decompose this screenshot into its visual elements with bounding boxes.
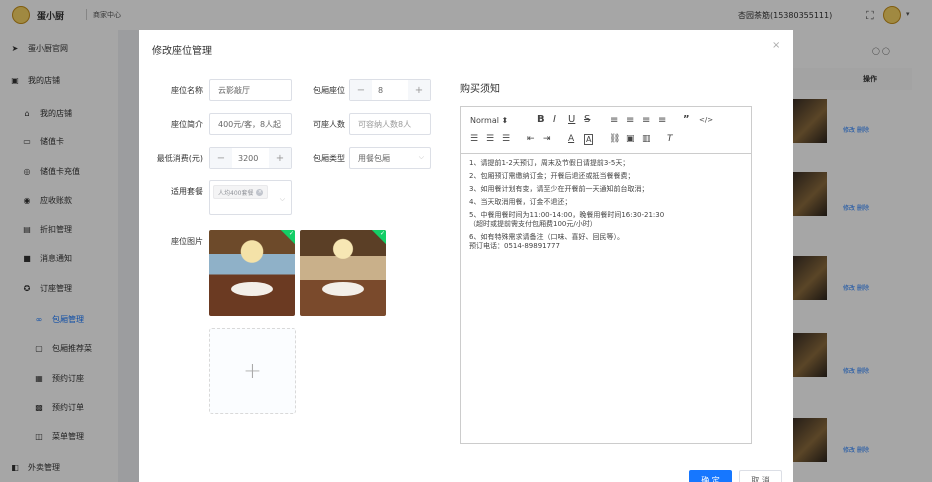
- increment-button[interactable]: +: [269, 148, 291, 168]
- chevron-down-icon: ⌵: [279, 195, 285, 203]
- format-select[interactable]: Normal ⬍: [470, 116, 508, 125]
- check-icon: ✓: [288, 230, 294, 237]
- box-type-select[interactable]: 用餐包厢 ⌵: [349, 147, 431, 169]
- font-color-icon[interactable]: A: [568, 134, 574, 144]
- package-label: 适用套餐: [171, 187, 203, 196]
- capacity-label: 可座人数: [313, 120, 345, 129]
- edit-seat-dialog: 修改座位管理 × 座位名称 云影敲厅 包厢座位 − 8 + 座位简介 400元/…: [139, 30, 793, 482]
- chevron-down-icon: ⌵: [418, 153, 424, 161]
- seat-image[interactable]: ✓: [300, 230, 386, 316]
- bold-icon[interactable]: B: [537, 114, 545, 125]
- seat-intro-input[interactable]: 400元/客，8人起: [209, 113, 292, 135]
- upload-button[interactable]: +: [209, 328, 296, 414]
- close-icon[interactable]: ×: [256, 188, 264, 196]
- check-icon: ✓: [379, 230, 385, 237]
- editor-content[interactable]: 1、请提前1-2天预订，周末及节假日请提前3-5天； 2、包厢预订需缴纳订金；开…: [469, 159, 745, 255]
- align-left-icon[interactable]: ≡: [610, 115, 618, 126]
- image-icon[interactable]: ▣: [626, 134, 635, 144]
- box-seats-stepper[interactable]: − 8 +: [349, 79, 431, 101]
- seat-name-input[interactable]: 云影敲厅: [209, 79, 292, 101]
- quote-icon[interactable]: ”: [683, 114, 690, 125]
- editor-toolbar: Normal ⬍ B I U S ≡ ≡ ≡ ≡ ” </> ☰ ☰ ☰ ⇤ ⇥…: [461, 107, 751, 154]
- box-seats-label: 包厢座位: [313, 86, 345, 95]
- confirm-button[interactable]: 确 定: [689, 470, 732, 482]
- align-right-icon[interactable]: ≡: [642, 115, 650, 126]
- strike-icon[interactable]: S: [584, 114, 590, 125]
- dialog-title: 修改座位管理: [152, 46, 212, 57]
- background-color-icon[interactable]: A: [584, 134, 594, 145]
- notice-editor[interactable]: Normal ⬍ B I U S ≡ ≡ ≡ ≡ ” </> ☰ ☰ ☰ ⇤ ⇥…: [460, 106, 752, 444]
- checklist-icon[interactable]: ☰: [502, 134, 510, 144]
- package-tag: 人均400套餐 ×: [213, 185, 269, 199]
- increment-button[interactable]: +: [408, 80, 430, 100]
- code-icon[interactable]: </>: [699, 116, 713, 124]
- link-icon[interactable]: ⛓: [609, 134, 620, 144]
- close-icon[interactable]: ×: [772, 40, 780, 51]
- decrement-button[interactable]: −: [210, 148, 232, 168]
- clear-format-icon[interactable]: T: [667, 134, 673, 144]
- plus-icon: +: [243, 358, 262, 384]
- notice-title: 购买须知: [460, 84, 500, 95]
- min-spend-stepper[interactable]: − 3200 +: [209, 147, 292, 169]
- box-type-label: 包厢类型: [313, 154, 345, 163]
- align-center-icon[interactable]: ≡: [626, 115, 634, 126]
- seat-image[interactable]: ✓: [209, 230, 295, 316]
- images-label: 座位图片: [171, 237, 203, 246]
- bullet-list-icon[interactable]: ☰: [486, 134, 494, 144]
- video-icon[interactable]: ▥: [642, 134, 651, 144]
- indent-icon[interactable]: ⇥: [543, 134, 551, 144]
- outdent-icon[interactable]: ⇤: [527, 134, 535, 144]
- ordered-list-icon[interactable]: ☰: [470, 134, 478, 144]
- italic-icon[interactable]: I: [553, 114, 556, 125]
- decrement-button[interactable]: −: [350, 80, 372, 100]
- package-select[interactable]: 人均400套餐 × ⌵: [209, 180, 292, 215]
- min-spend-label: 最低消费(元): [156, 154, 203, 163]
- seat-intro-label: 座位简介: [171, 120, 203, 129]
- seat-name-label: 座位名称: [171, 86, 203, 95]
- cancel-button[interactable]: 取 消: [739, 470, 782, 482]
- align-justify-icon[interactable]: ≡: [658, 115, 666, 126]
- capacity-input[interactable]: 可容纳人数8人: [349, 113, 431, 135]
- underline-icon[interactable]: U: [568, 114, 575, 125]
